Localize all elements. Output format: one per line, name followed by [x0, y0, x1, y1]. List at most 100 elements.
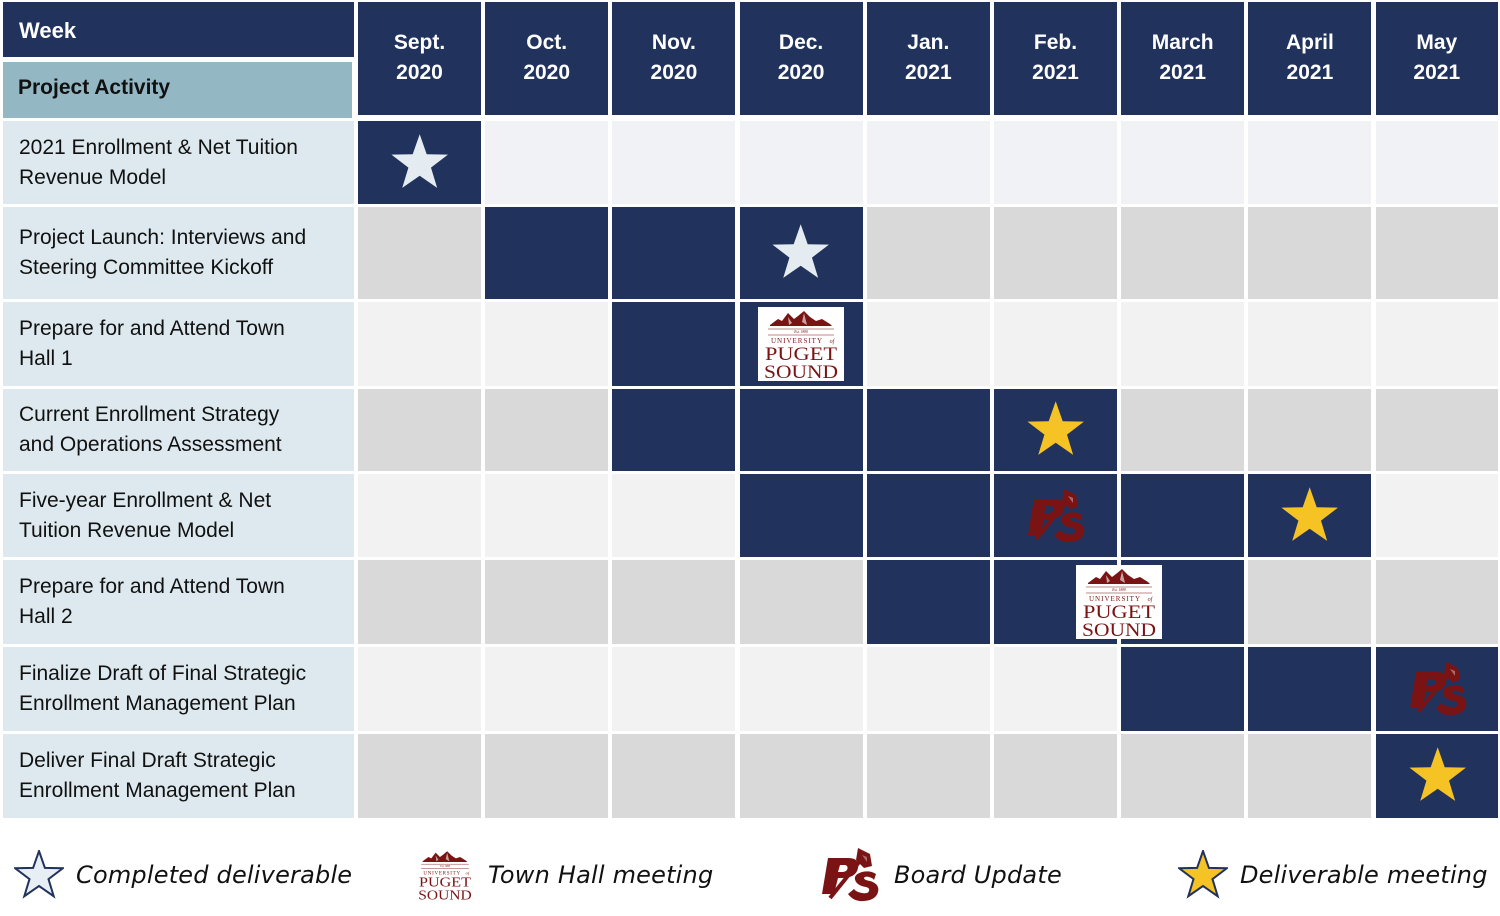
deliverable-meeting-icon [1178, 850, 1228, 900]
timeline-cell [485, 302, 609, 386]
month-year: 2020 [650, 60, 698, 84]
activity-label: Prepare for and Attend Town Hall 2 [3, 560, 354, 644]
timeline-cell [485, 121, 609, 204]
timeline-cell [866, 647, 990, 731]
month-name: Nov. [651, 30, 696, 54]
month-name: Jan. [907, 30, 950, 54]
deliverable-meeting-icon [1280, 486, 1340, 546]
month-name: May [1416, 30, 1458, 54]
timeline-cell [1121, 734, 1245, 818]
timeline-cell [485, 734, 609, 818]
town-hall-icon: Est. 1888 UNIVERSITY of PUGET SOUND [758, 307, 845, 381]
timeline-cell [1375, 389, 1498, 471]
legend-label: Deliverable meeting [1240, 861, 1488, 889]
month-year: 2021 [1159, 60, 1207, 84]
month-name: March [1151, 30, 1214, 54]
activity-label: Prepare for and Attend Town Hall 1 [3, 302, 354, 386]
timeline-cell [612, 121, 736, 204]
timeline-cell [1375, 121, 1498, 204]
timeline-cell [485, 474, 609, 557]
month-year: 2020 [523, 60, 571, 84]
activity-label: 2021 Enrollment & Net Tuition Revenue Mod… [3, 121, 354, 204]
timeline-cell [358, 389, 481, 471]
activity-label-line: Tuition Revenue Model [19, 518, 235, 542]
month-year: 2021 [1286, 60, 1334, 84]
timeline-cell [1375, 207, 1498, 299]
month-header-march: March 2021 [1121, 2, 1245, 115]
timeline-cell-active [612, 389, 736, 471]
activity-label-line: Five-year Enrollment & Net [19, 488, 272, 512]
activity-label-line: Enrollment Management Plan [19, 692, 296, 715]
deliverable-meeting-icon [1408, 746, 1468, 806]
timeline-cell [739, 121, 863, 204]
month-year: 2020 [777, 60, 825, 84]
activity-label-line: Hall 1 [19, 347, 73, 370]
timeline-cell-active [1248, 647, 1372, 731]
board-update-icon [818, 846, 882, 904]
timeline-cell [485, 560, 609, 644]
timeline-cell-active [739, 389, 863, 471]
month-name: Feb. [1033, 30, 1078, 54]
timeline-cell [1248, 207, 1372, 299]
project-activity-label: Project Activity [18, 76, 171, 99]
timeline-cell [612, 560, 736, 644]
timeline-cell [485, 647, 609, 731]
timeline-cell [1248, 560, 1372, 644]
activity-label-line: 2021 Enrollment & Net Tuition [19, 135, 298, 159]
month-header-nov: Nov. 2020 [612, 2, 736, 115]
activity-label-line: Finalize Draft of Final Strategic [19, 662, 307, 685]
month-name: Sept. [393, 30, 446, 54]
timeline-cell [612, 734, 736, 818]
town-hall-icon: Est. 1888 UNIVERSITY of PUGET SOUND [414, 846, 476, 904]
timeline-cell [1121, 302, 1245, 386]
board-update-icon [1024, 487, 1088, 545]
month-header-april: April 2021 [1248, 2, 1372, 115]
timeline-cell-active [866, 560, 990, 644]
svg-text:SOUND: SOUND [1082, 620, 1156, 639]
legend-item-board-update: Board Update [818, 840, 1062, 910]
svg-text:Est. 1888: Est. 1888 [1111, 588, 1126, 592]
timeline-cell [739, 734, 863, 818]
timeline-cell [739, 560, 863, 644]
timeline-cell-active [1121, 647, 1245, 731]
timeline-cell [994, 121, 1117, 204]
activity-label: Deliver Final Draft Strategic Enrollment … [3, 734, 354, 818]
svg-text:Est. 1888: Est. 1888 [793, 330, 808, 334]
board-update-icon [1406, 660, 1470, 718]
timeline-cell-active [612, 302, 736, 386]
timeline-cell [1248, 302, 1372, 386]
week-label: Week [19, 18, 77, 43]
month-name: Dec. [778, 30, 824, 54]
activity-label: Finalize Draft of Final Strategic Enrollm… [3, 647, 354, 731]
svg-text:SOUND: SOUND [764, 362, 838, 381]
timeline-cell [358, 734, 481, 818]
week-header: Week [3, 2, 354, 57]
month-year: 2021 [904, 60, 952, 84]
timeline-cell [994, 207, 1117, 299]
timeline-cell [1375, 302, 1498, 386]
legend-item-deliverable-meeting: Deliverable meeting [1178, 840, 1488, 910]
project-activity-header: Project Activity [3, 62, 352, 118]
activity-label-line: Revenue Model [19, 165, 167, 189]
timeline-cell [866, 734, 990, 818]
svg-text:SOUND: SOUND [418, 888, 471, 903]
timeline-cell-active [612, 207, 736, 299]
legend-label: Board Update [894, 861, 1062, 889]
activity-label-line: Prepare for and Attend Town [19, 317, 285, 340]
activity-label: Five-year Enrollment & Net Tuition Revenu… [3, 474, 354, 557]
timeline-cell [612, 474, 736, 557]
timeline-cell [866, 207, 990, 299]
timeline-cell [1121, 389, 1245, 471]
month-header-may: May 2021 [1375, 2, 1498, 115]
month-header-jan: Jan. 2021 [866, 2, 990, 115]
legend-item-town-hall: Est. 1888 UNIVERSITY of PUGET SOUND Town… [414, 840, 713, 910]
svg-text:Est. 1888: Est. 1888 [439, 865, 450, 868]
month-year: 2020 [396, 60, 443, 84]
timeline-cell [358, 474, 481, 557]
timeline-cell [1121, 121, 1245, 204]
month-name: Oct. [526, 30, 568, 54]
town-hall-icon: Est. 1888 UNIVERSITY of PUGET SOUND [1076, 565, 1163, 639]
activity-label-line: Hall 2 [19, 605, 73, 628]
activity-label-line: Deliver Final Draft Strategic [19, 749, 276, 772]
timeline-cell [1248, 121, 1372, 204]
